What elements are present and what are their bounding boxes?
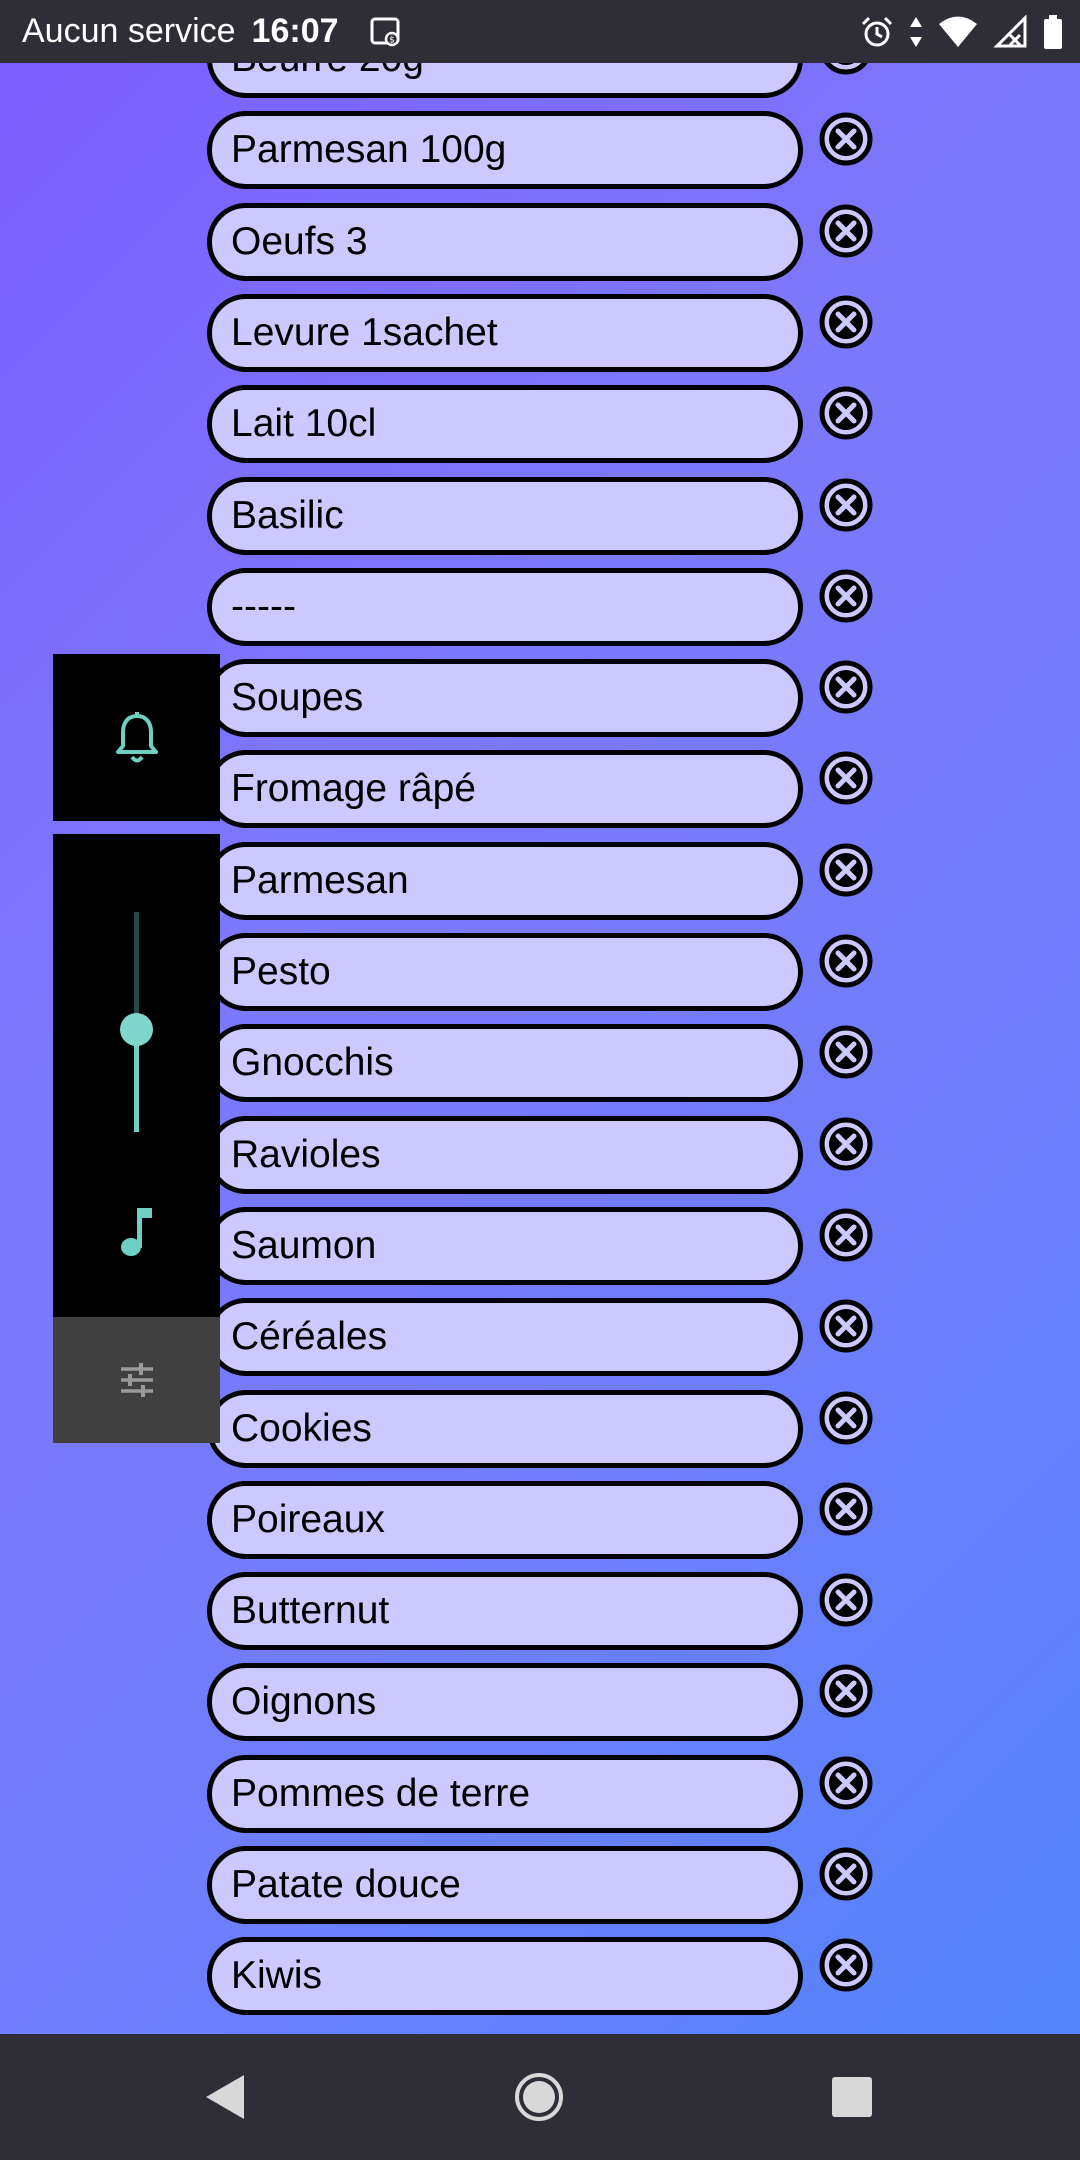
sound-settings-button[interactable]	[53, 1317, 220, 1443]
back-icon	[206, 2075, 244, 2119]
close-circle-icon[interactable]	[818, 1846, 874, 1902]
close-circle-icon[interactable]	[818, 1207, 874, 1263]
close-circle-icon[interactable]	[818, 294, 874, 350]
list-item: Poireaux	[0, 1481, 1080, 1559]
close-circle-icon[interactable]	[818, 1024, 874, 1080]
list-item-field[interactable]: Parmesan	[207, 842, 803, 920]
list-item-field[interactable]: Pesto	[207, 933, 803, 1011]
list-item: Butternut	[0, 1572, 1080, 1650]
close-circle-icon[interactable]	[818, 111, 874, 167]
list-item-field[interactable]: Ravioles	[207, 1116, 803, 1194]
list-item-field[interactable]: Céréales	[207, 1298, 803, 1376]
list-item-field[interactable]: Lait 10cl	[207, 385, 803, 463]
list-item-field[interactable]: Levure 1sachet	[207, 294, 803, 372]
list-item-field[interactable]: Saumon	[207, 1207, 803, 1285]
close-circle-icon[interactable]	[818, 659, 874, 715]
navigation-bar	[0, 2034, 1080, 2160]
bell-icon	[115, 711, 158, 762]
list-item: Lait 10cl	[0, 385, 1080, 463]
recents-icon	[832, 2077, 872, 2117]
music-note-icon	[121, 1208, 152, 1256]
list-item-field[interactable]: Oeufs 3	[207, 203, 803, 281]
volume-slider-track[interactable]	[134, 912, 139, 1029]
close-circle-icon[interactable]	[818, 203, 874, 259]
screen: Beurre 20gParmesan 100gOeufs 3Levure 1sa…	[0, 0, 1080, 2160]
signal-icon	[993, 14, 1027, 47]
list-item: Patate douce	[0, 1846, 1080, 1924]
list-item-field[interactable]: Patate douce	[207, 1846, 803, 1924]
list-item: Kiwis	[0, 1937, 1080, 2015]
close-circle-icon[interactable]	[818, 750, 874, 806]
close-circle-icon[interactable]	[818, 1116, 874, 1172]
list-item: Oignons	[0, 1663, 1080, 1741]
list-item: Parmesan 100g	[0, 111, 1080, 189]
status-bar: Aucun service 16:07 $	[0, 0, 1080, 63]
close-circle-icon[interactable]	[818, 1663, 874, 1719]
close-circle-icon[interactable]	[818, 477, 874, 533]
status-left: Aucun service 16:07 $	[22, 0, 403, 63]
list-item-field[interactable]: Poireaux	[207, 1481, 803, 1559]
sim-toolkit-icon: $	[370, 17, 400, 46]
list-item-field[interactable]: Fromage râpé	[207, 750, 803, 828]
close-circle-icon[interactable]	[818, 842, 874, 898]
media-volume-panel	[53, 834, 220, 1317]
close-circle-icon[interactable]	[818, 1298, 874, 1354]
back-button[interactable]	[200, 2034, 250, 2160]
close-circle-icon[interactable]	[818, 1937, 874, 1993]
list-item: Levure 1sachet	[0, 294, 1080, 372]
sliders-icon	[120, 1363, 153, 1397]
home-icon	[515, 2073, 563, 2121]
status-right	[860, 0, 1064, 63]
wifi-icon	[939, 16, 977, 47]
list-item: -----	[0, 568, 1080, 646]
volume-slider-thumb[interactable]	[120, 1013, 153, 1046]
clock: 16:07	[251, 12, 339, 50]
carrier-label: Aucun service	[22, 12, 236, 50]
list-item-field[interactable]: Soupes	[207, 659, 803, 737]
list-item-field[interactable]: Kiwis	[207, 1937, 803, 2015]
data-arrows-icon	[910, 16, 922, 47]
list-item-field[interactable]: Parmesan 100g	[207, 111, 803, 189]
list-item: Basilic	[0, 477, 1080, 555]
ringer-mode-button[interactable]	[53, 654, 220, 821]
home-button[interactable]	[514, 2034, 564, 2160]
list-item-field[interactable]: Oignons	[207, 1663, 803, 1741]
svg-text:$: $	[389, 35, 395, 45]
recents-button[interactable]	[830, 2034, 874, 2160]
close-circle-icon[interactable]	[818, 1390, 874, 1446]
close-circle-icon[interactable]	[818, 1481, 874, 1537]
close-circle-icon[interactable]	[818, 1572, 874, 1628]
battery-icon	[1044, 14, 1062, 49]
close-circle-icon[interactable]	[818, 385, 874, 441]
list-item: Oeufs 3	[0, 203, 1080, 281]
list-item-field[interactable]: Pommes de terre	[207, 1755, 803, 1833]
list-item-field[interactable]: Butternut	[207, 1572, 803, 1650]
list-item-field[interactable]: -----	[207, 568, 803, 646]
list-item-field[interactable]: Gnocchis	[207, 1024, 803, 1102]
list-item-field[interactable]: Cookies	[207, 1390, 803, 1468]
list-item-field[interactable]: Basilic	[207, 477, 803, 555]
alarm-icon	[861, 16, 893, 46]
close-circle-icon[interactable]	[818, 568, 874, 624]
close-circle-icon[interactable]	[818, 933, 874, 989]
close-circle-icon[interactable]	[818, 1755, 874, 1811]
list-item: Pommes de terre	[0, 1755, 1080, 1833]
